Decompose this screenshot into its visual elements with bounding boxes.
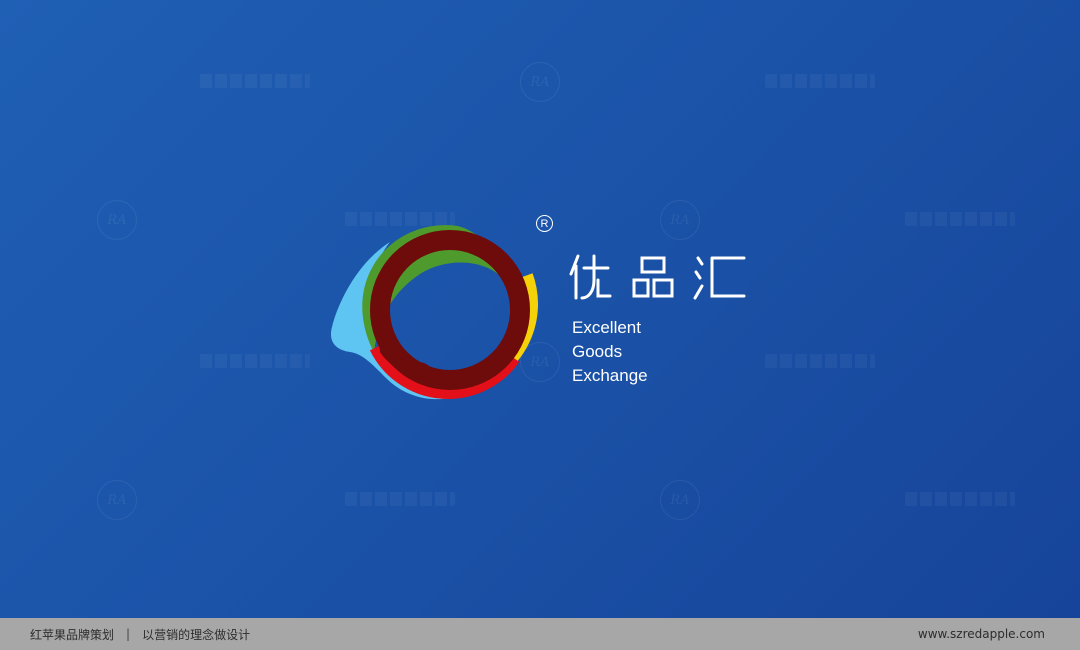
footer-separator: | bbox=[126, 627, 131, 641]
watermark-emblem: RA bbox=[660, 480, 700, 520]
watermark-emblem-text: RA bbox=[107, 212, 127, 228]
watermark-text bbox=[905, 492, 1015, 506]
footer-right: www.szredapple.com bbox=[918, 618, 1045, 650]
watermark-emblem-text: RA bbox=[670, 492, 690, 508]
footer-slogan: 以营销的理念做设计 bbox=[142, 627, 251, 642]
brand-name-en-line: Excellent bbox=[572, 318, 641, 337]
watermark-emblem: RA bbox=[660, 200, 700, 240]
watermark-text bbox=[905, 212, 1015, 226]
watermark-emblem: RA bbox=[97, 200, 137, 240]
watermark-text bbox=[200, 354, 310, 368]
watermark-text bbox=[765, 354, 875, 368]
watermark-emblem-text: RA bbox=[670, 212, 690, 228]
logo-ring-icon bbox=[330, 214, 538, 400]
footer-company: 红苹果品牌策划 bbox=[30, 627, 115, 642]
watermark-text bbox=[765, 74, 875, 88]
brand-name-en-line: Exchange bbox=[572, 366, 648, 385]
footer-website-link[interactable]: www.szredapple.com bbox=[918, 627, 1045, 641]
brand-name-cn-logotype bbox=[569, 254, 746, 300]
watermark-emblem: RA bbox=[97, 480, 137, 520]
brand-name-en: Excellent Goods Exchange bbox=[572, 316, 648, 388]
watermark-emblem-text: RA bbox=[530, 74, 550, 90]
registered-trademark-icon: R bbox=[536, 215, 553, 232]
watermark-text bbox=[345, 492, 455, 506]
footer-left: 红苹果品牌策划 | 以营销的理念做设计 bbox=[30, 618, 250, 650]
watermark-emblem-text: RA bbox=[107, 492, 127, 508]
watermark-text bbox=[200, 74, 310, 88]
registered-symbol: R bbox=[540, 218, 549, 230]
watermark-emblem: RA bbox=[520, 62, 560, 102]
footer-bar: 红苹果品牌策划 | 以营销的理念做设计 www.szredapple.com bbox=[0, 618, 1080, 650]
brand-name-en-line: Goods bbox=[572, 342, 623, 361]
showcase-canvas: RA RA RA RA RA RA R Excellent Goods Exch… bbox=[0, 0, 1080, 618]
